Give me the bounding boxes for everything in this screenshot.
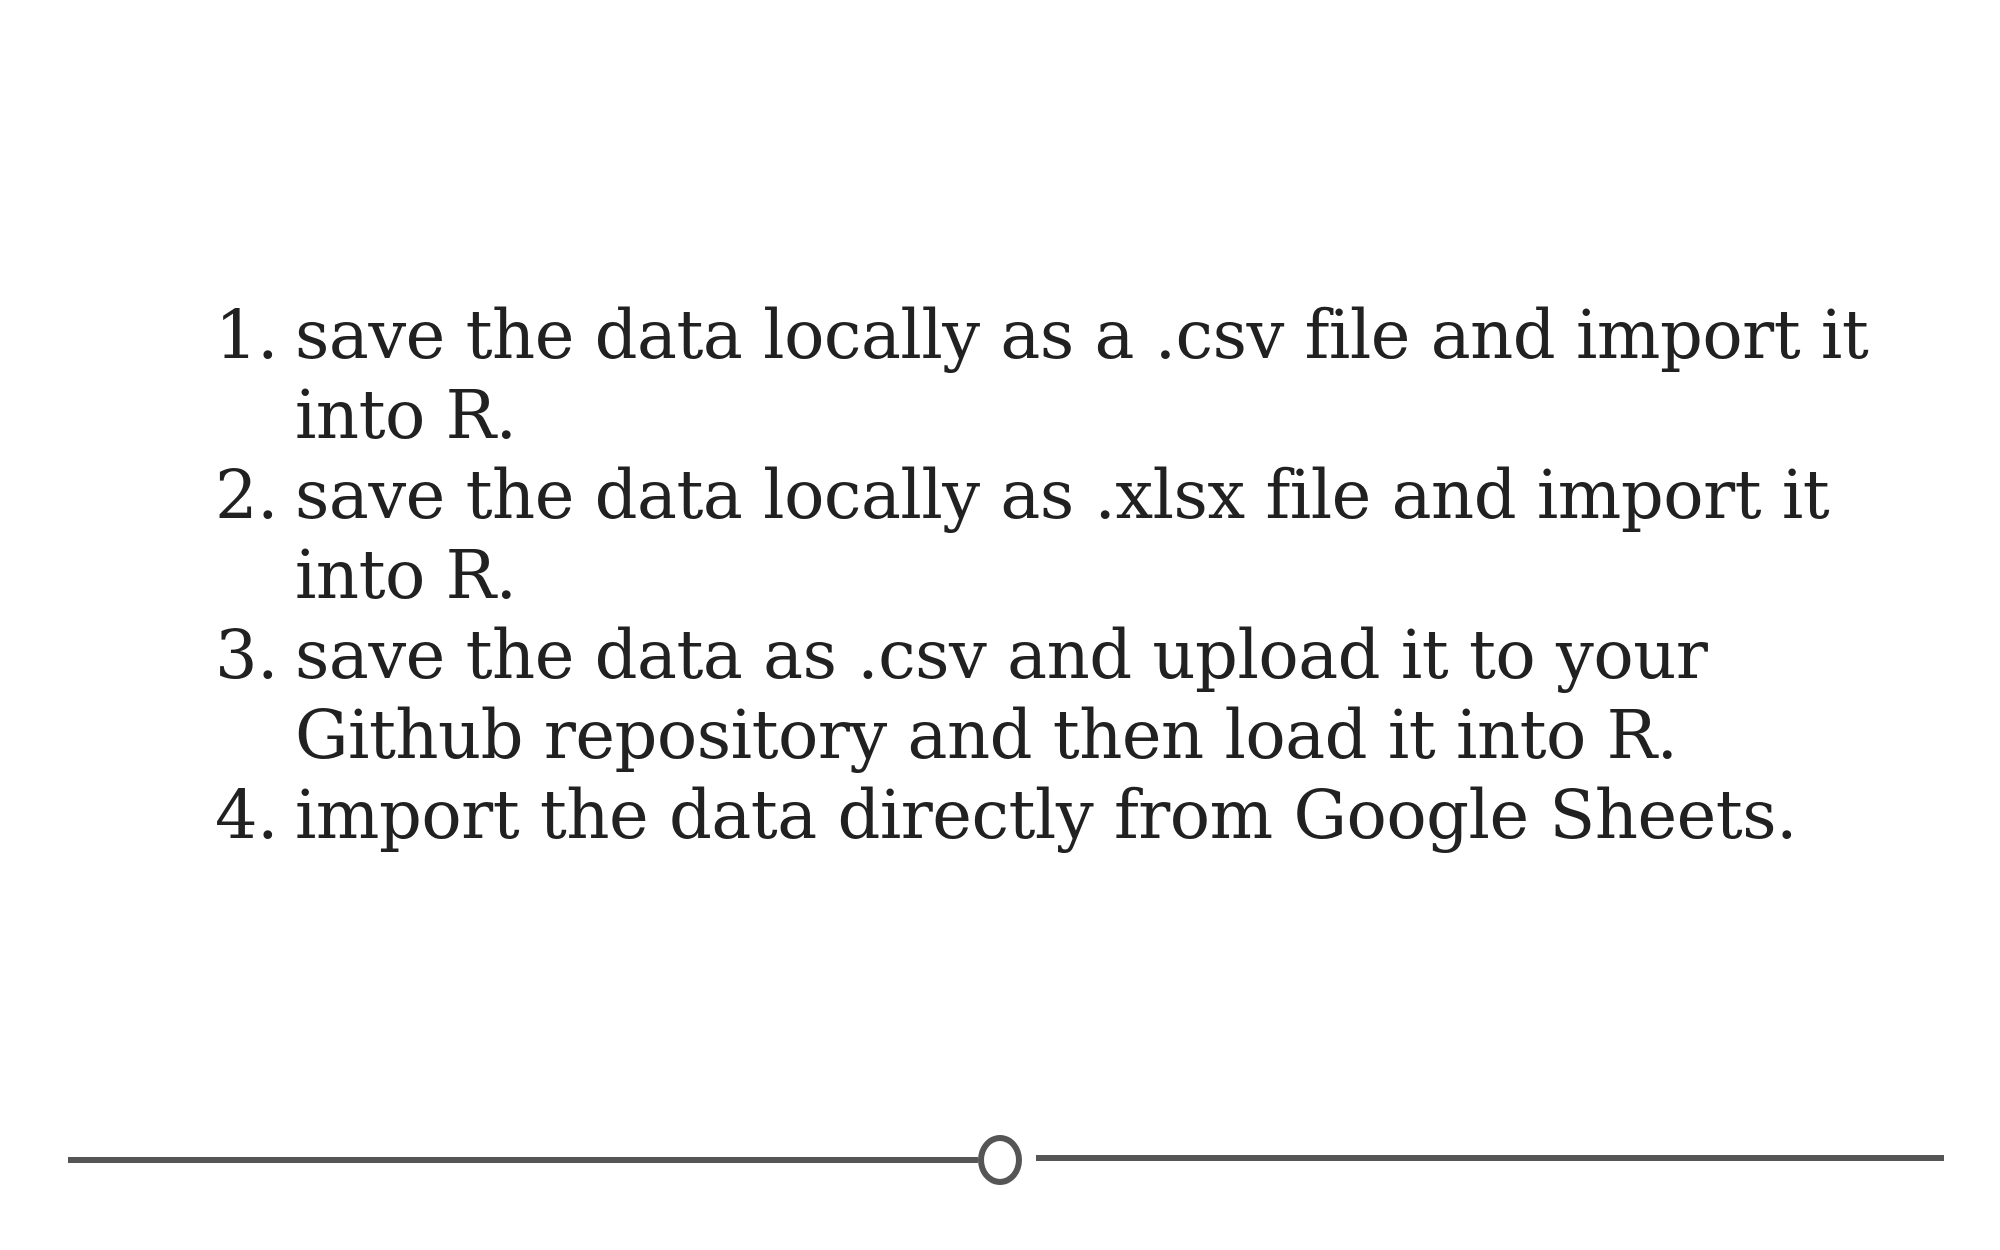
list-item-number: 3. <box>180 615 295 695</box>
list-item: 4. import the data directly from Google … <box>180 775 1797 855</box>
list-item-line: import the data directly from Google She… <box>295 776 1797 854</box>
list-item: 3. save the data as .csv and upload it t… <box>180 615 1780 775</box>
list-item-number: 1. <box>180 295 295 375</box>
list-item-line: Github repository and then load it into … <box>295 696 1678 774</box>
slider-knob[interactable] <box>978 1135 1022 1185</box>
list-item-number-text: 2. <box>215 456 278 534</box>
list-item-line: into R. <box>295 376 517 454</box>
list-item-line: save the data locally as a .csv file and… <box>295 296 1869 374</box>
list-item-text: save the data locally as .xlsx file and … <box>295 455 1830 615</box>
list-item-number: 4. <box>180 775 295 855</box>
list-item-number: 2. <box>180 455 295 535</box>
list-item-number-text: 3. <box>215 616 278 694</box>
list-item: 1. save the data locally as a .csv file … <box>180 295 1869 455</box>
list-item-text: save the data as .csv and upload it to y… <box>295 615 1780 775</box>
slider-track-left[interactable] <box>68 1157 978 1163</box>
list-item-number-text: 4. <box>215 776 278 854</box>
list-item-line: save the data locally as .xlsx file and … <box>295 456 1830 534</box>
list-item-number-text: 1. <box>215 296 278 374</box>
list-item-line: into R. <box>295 536 517 614</box>
slide: 1. save the data locally as a .csv file … <box>0 0 2000 1250</box>
slider-track-right[interactable] <box>1036 1155 1944 1161</box>
list-item-text: import the data directly from Google She… <box>295 775 1797 855</box>
numbered-list: 1. save the data locally as a .csv file … <box>180 295 1869 855</box>
list-item-text: save the data locally as a .csv file and… <box>295 295 1869 455</box>
list-item-line: save the data as .csv and upload it to y… <box>295 616 1708 694</box>
list-item: 2. save the data locally as .xlsx file a… <box>180 455 1830 615</box>
